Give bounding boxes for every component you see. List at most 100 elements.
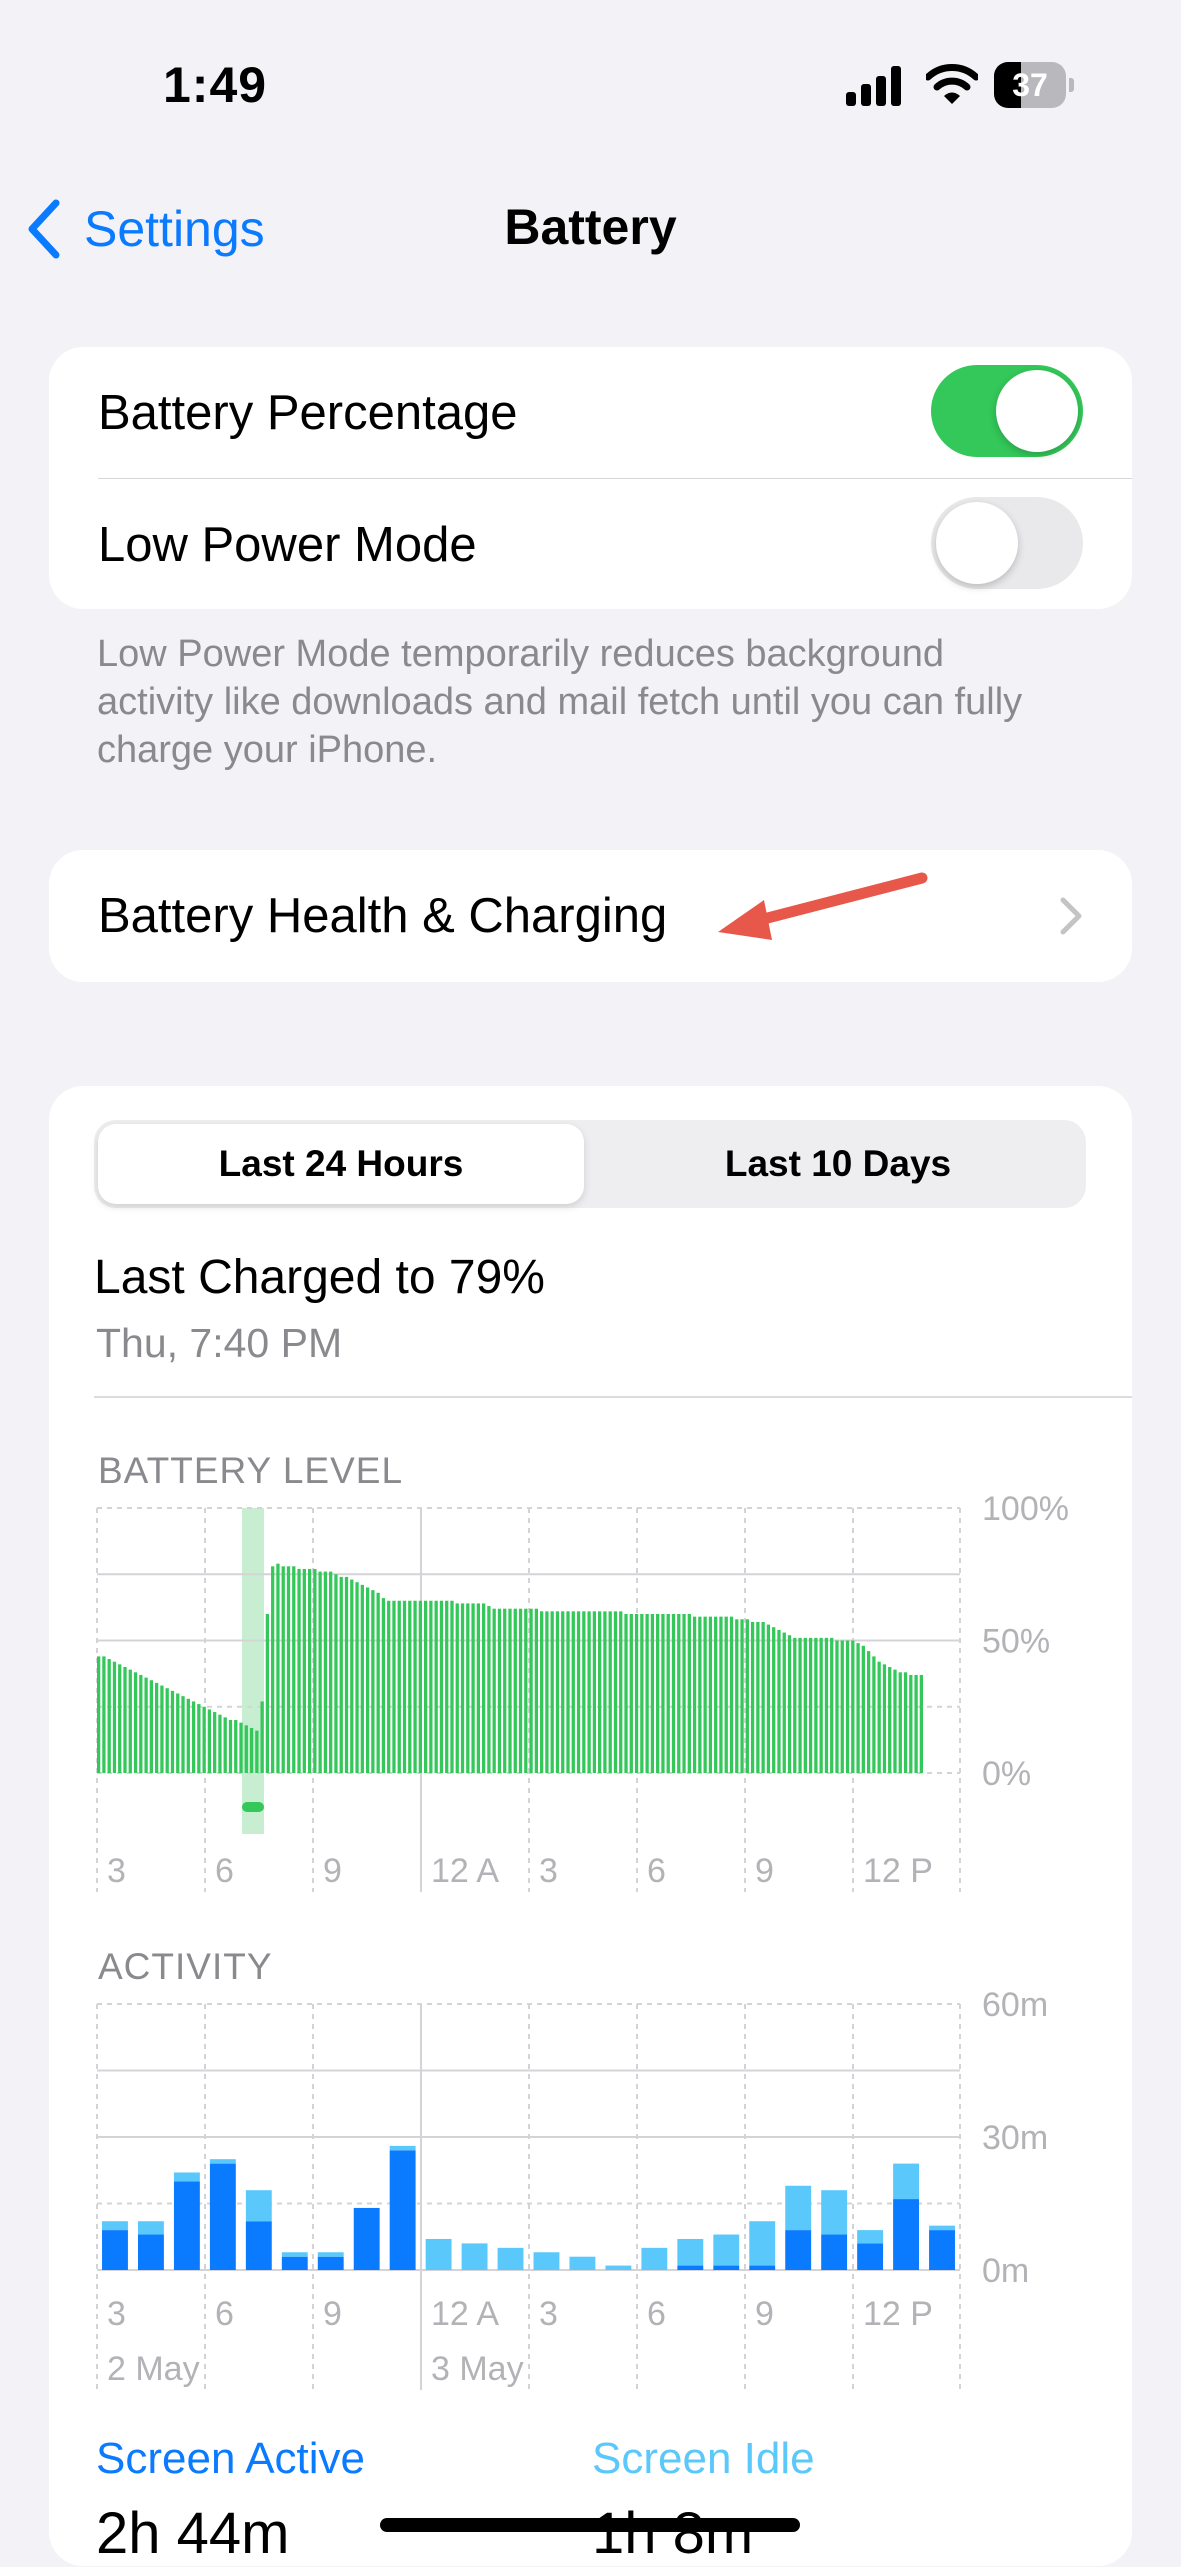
- battery-bar: [191, 1701, 196, 1773]
- low-power-mode-toggle[interactable]: [931, 497, 1083, 589]
- battery-bar: [418, 1600, 422, 1773]
- battery-bar: [513, 1608, 517, 1773]
- low-power-footnote: Low Power Mode temporarily reduces backg…: [97, 633, 1023, 771]
- x-tick-label: 6: [647, 2295, 666, 2333]
- battery-health-label: Battery Health & Charging: [98, 889, 668, 943]
- battery-bar: [893, 1669, 897, 1773]
- screen-idle-bar: [389, 2145, 416, 2151]
- x-tick-label: 12 P: [863, 2295, 933, 2333]
- battery-bar: [640, 1614, 644, 1773]
- last-charged: Last Charged to 79%: [94, 1251, 545, 1304]
- battery-bar: [176, 1693, 180, 1773]
- x-tick-label: 6: [647, 1852, 666, 1890]
- time-range-segmented-control[interactable]: Last 24 Hours Last 10 Days: [94, 1120, 1086, 1208]
- divider: [98, 478, 1132, 479]
- cellular-signal-icon: [846, 66, 902, 106]
- screen-active-bar: [245, 2221, 272, 2270]
- x-tick-label: 12 A: [431, 1852, 499, 1890]
- battery-bar: [255, 1730, 259, 1773]
- battery-bar: [666, 1614, 670, 1773]
- battery-bar: [492, 1608, 496, 1773]
- battery-bar: [677, 1614, 681, 1773]
- screen-idle-bar: [317, 2252, 344, 2257]
- screen-idle-bar: [785, 2185, 812, 2231]
- x-tick-label: 3: [539, 1852, 558, 1890]
- battery-bar: [371, 1590, 375, 1773]
- battery-bar: [455, 1603, 459, 1773]
- battery-bar: [656, 1614, 660, 1773]
- status-time: 1:49: [163, 57, 268, 113]
- battery-bar: [355, 1582, 359, 1773]
- settings-card: Battery Percentage Low Power Mode: [49, 347, 1132, 609]
- battery-bar: [302, 1568, 306, 1773]
- battery-bar: [835, 1640, 839, 1773]
- x-tick-label: 9: [755, 1852, 774, 1890]
- battery-bar: [481, 1603, 486, 1773]
- battery-bar: [123, 1667, 127, 1773]
- segment-last-10-days[interactable]: Last 10 Days: [594, 1124, 1082, 1204]
- battery-bar: [133, 1672, 138, 1773]
- battery-bar: [909, 1674, 913, 1773]
- battery-percentage-toggle[interactable]: [931, 365, 1083, 457]
- battery-bar: [170, 1690, 175, 1773]
- battery-bar: [434, 1600, 438, 1773]
- battery-bar: [898, 1672, 902, 1773]
- battery-bar: [682, 1614, 686, 1773]
- battery-bar: [561, 1611, 565, 1773]
- battery-bar: [724, 1616, 728, 1773]
- screen-active-bar: [893, 2199, 920, 2270]
- battery-bar: [735, 1619, 739, 1773]
- battery-bar: [587, 1611, 591, 1773]
- battery-bar: [872, 1656, 876, 1773]
- battery-bar: [518, 1608, 523, 1773]
- battery-bar: [814, 1637, 818, 1773]
- y-tick-label: 50%: [982, 1623, 1050, 1661]
- battery-bar: [819, 1637, 823, 1773]
- screen-idle-bar: [749, 2221, 776, 2266]
- battery-bar: [729, 1616, 734, 1773]
- battery-percent-text: 37: [1012, 67, 1048, 103]
- battery-bar: [112, 1661, 117, 1773]
- battery-bar: [97, 1656, 101, 1773]
- screen-idle-bar: [533, 2252, 560, 2270]
- battery-bar: [402, 1600, 407, 1773]
- y-tick-label: 0m: [982, 2252, 1029, 2290]
- battery-bar: [761, 1621, 765, 1773]
- battery-bar: [888, 1667, 892, 1773]
- activity-chart: 60m 30m 0m 3 6 9 12 A 3 6 9 12 P 2 May 3 May: [96, 1986, 1048, 2390]
- screen-active-bar: [749, 2265, 776, 2270]
- battery-bar: [808, 1637, 813, 1773]
- battery-bar: [882, 1664, 887, 1773]
- battery-bar: [223, 1717, 227, 1773]
- screen-idle-bar: [281, 2252, 308, 2257]
- battery-bar: [118, 1664, 122, 1773]
- battery-bar: [149, 1680, 154, 1773]
- battery-bar: [708, 1616, 713, 1773]
- battery-bar: [772, 1627, 776, 1773]
- battery-health-row[interactable]: Battery Health & Charging: [49, 850, 1132, 982]
- battery-bar: [450, 1600, 454, 1773]
- battery-bar: [329, 1571, 333, 1773]
- screen-idle-bar: [821, 2190, 848, 2235]
- screen-active-label: Screen Active: [96, 2434, 366, 2483]
- battery-bar: [714, 1616, 718, 1773]
- screen-idle-bar: [857, 2230, 884, 2244]
- screen-idle-bar: [641, 2247, 668, 2270]
- battery-bar: [598, 1611, 602, 1773]
- screen-active-bar: [389, 2150, 416, 2270]
- battery-bar: [487, 1606, 491, 1773]
- battery-bar: [249, 1727, 254, 1773]
- home-indicator: [380, 2518, 800, 2532]
- screen-idle-bar: [893, 2163, 920, 2200]
- battery-bar: [144, 1677, 148, 1773]
- page-title: Battery: [504, 199, 677, 255]
- segment-last-24-hours[interactable]: Last 24 Hours: [98, 1124, 584, 1204]
- x-tick-label: 12 A: [431, 2295, 499, 2333]
- battery-bar: [798, 1637, 802, 1773]
- battery-bar: [645, 1614, 649, 1773]
- screen-active-bar: [137, 2234, 164, 2270]
- screen-idle-bar: [677, 2238, 704, 2266]
- y-tick-label: 30m: [982, 2119, 1048, 2157]
- charging-marker: [242, 1802, 264, 1812]
- battery-bar: [429, 1600, 433, 1773]
